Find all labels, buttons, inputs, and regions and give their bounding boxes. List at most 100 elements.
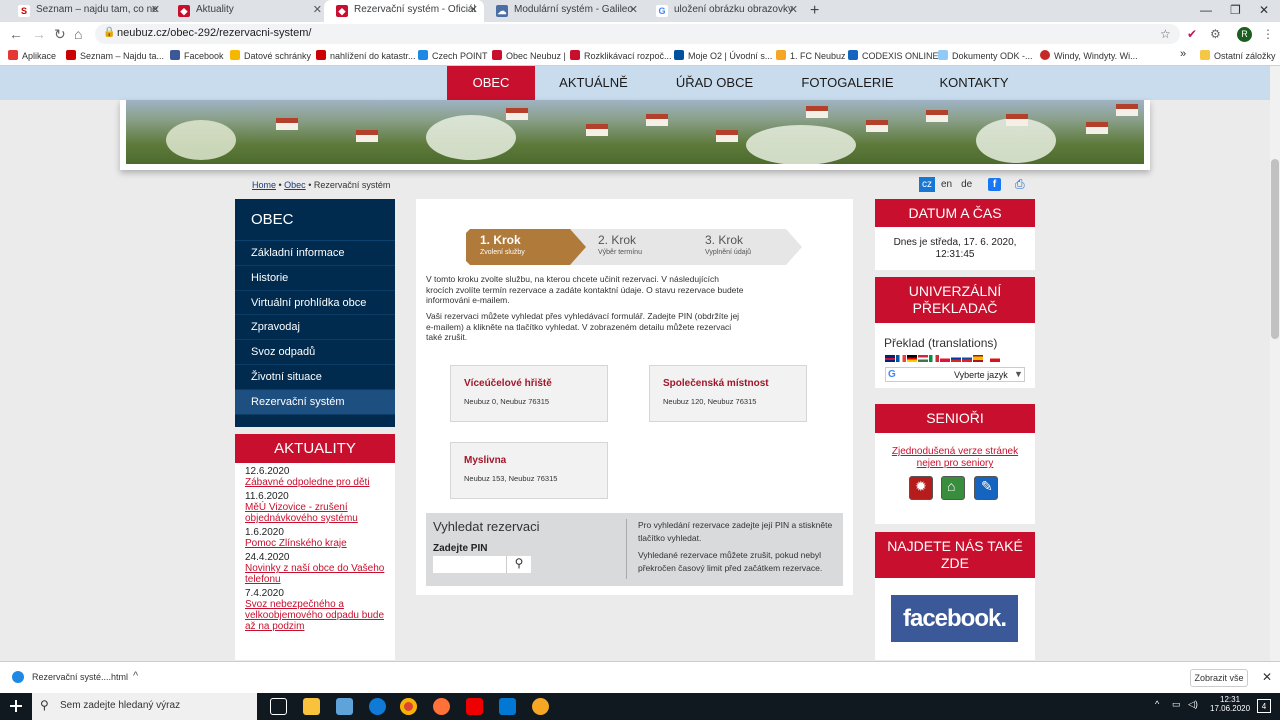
- avatar[interactable]: R: [1237, 27, 1252, 42]
- flag-sk-icon[interactable]: [962, 355, 972, 362]
- volume-icon[interactable]: ◁): [1188, 699, 1198, 710]
- bookmark-item[interactable]: Obec Neubuz |: [492, 50, 566, 61]
- restore-button[interactable]: ❐: [1230, 3, 1241, 17]
- browser-tab[interactable]: ◆ Aktuality ✕: [166, 0, 328, 22]
- flag-fr-icon[interactable]: [896, 355, 906, 362]
- extension-icon[interactable]: ⚙: [1210, 27, 1221, 41]
- menu-item-zakladni-informace[interactable]: Základní informace: [235, 241, 395, 266]
- acrobat-icon[interactable]: [466, 698, 483, 715]
- lang-cz[interactable]: cz: [919, 177, 935, 192]
- back-arrow-icon[interactable]: ←: [9, 26, 23, 42]
- browser-tab[interactable]: S Seznam – najdu tam, co neznám ✕: [6, 0, 166, 22]
- close-icon[interactable]: ✕: [313, 3, 322, 16]
- nav-fotogalerie[interactable]: FOTOGALERIE: [777, 66, 918, 100]
- bookmark-item[interactable]: Seznam – Najdu ta...: [66, 50, 164, 61]
- facebook-icon[interactable]: f: [988, 178, 1001, 191]
- extension-icon[interactable]: ✔: [1187, 27, 1197, 41]
- show-all-button[interactable]: Zobrazit vše: [1190, 669, 1248, 687]
- windows-start-icon[interactable]: [10, 700, 22, 712]
- file-explorer-icon[interactable]: [303, 698, 320, 715]
- news-link[interactable]: Zábavné odpoledne pro děti: [245, 477, 385, 488]
- close-icon[interactable]: ✕: [789, 3, 798, 16]
- menu-item-virtualni-prohlidka[interactable]: Virtuální prohlídka obce: [235, 291, 395, 316]
- menu-item-historie[interactable]: Historie: [235, 266, 395, 291]
- taskbar-search[interactable]: ⚲ Sem zadejte hledaný výraz: [32, 693, 257, 720]
- bookmark-item[interactable]: 1. FC Neubuz: [776, 50, 846, 61]
- news-link[interactable]: Pomoc Zlínského kraje: [245, 538, 385, 549]
- close-icon[interactable]: ✕: [1262, 670, 1272, 684]
- pencil-icon[interactable]: ✎: [974, 476, 998, 500]
- reload-icon[interactable]: ↻: [54, 26, 66, 43]
- clock[interactable]: 12:31 17.06.2020: [1210, 695, 1250, 713]
- bookmark-item[interactable]: Rozklikávací rozpoč...: [570, 50, 672, 61]
- nav-aktualne[interactable]: AKTUÁLNĚ: [535, 66, 652, 100]
- browser-tab[interactable]: G uložení obrázku obrazovky - Hle ✕: [644, 0, 804, 22]
- lang-de[interactable]: de: [958, 177, 975, 192]
- forward-arrow-icon[interactable]: →: [32, 26, 46, 42]
- settings-gear-icon[interactable]: [532, 698, 549, 715]
- window-close-button[interactable]: ✕: [1259, 3, 1269, 17]
- lang-en[interactable]: en: [938, 177, 955, 192]
- bookmark-item[interactable]: Datové schránky: [230, 50, 311, 61]
- bookmark-item[interactable]: Czech POINT: [418, 50, 488, 61]
- search-button[interactable]: ⚲: [506, 556, 531, 573]
- news-link[interactable]: Svoz nebezpečného a velkoobjemového odpa…: [245, 599, 385, 632]
- bookmark-item[interactable]: Moje O2 | Úvodní s...: [674, 50, 772, 61]
- star-icon[interactable]: ☆: [1160, 27, 1171, 41]
- home-icon[interactable]: ⌂: [74, 26, 82, 42]
- url-field[interactable]: 🔒 neubuz.cz/obec-292/rezervacni-system/: [95, 24, 1180, 44]
- breadcrumb-obec[interactable]: Obec: [284, 180, 306, 190]
- notifications-icon[interactable]: 4: [1257, 699, 1271, 713]
- new-tab-button[interactable]: +: [810, 2, 819, 20]
- menu-item-zivotni-situace[interactable]: Životní situace: [235, 365, 395, 390]
- bookmarks-more-button[interactable]: »: [1180, 48, 1186, 60]
- flag-hu-icon[interactable]: [918, 355, 928, 362]
- outlook-icon[interactable]: [499, 698, 516, 715]
- bookmark-item[interactable]: Aplikace: [8, 50, 56, 61]
- close-icon[interactable]: ✕: [151, 3, 160, 16]
- flag-cz-icon[interactable]: [990, 355, 1000, 362]
- menu-dots-icon[interactable]: ⋮: [1262, 27, 1274, 41]
- bookmark-item[interactable]: nahlížení do katastr...: [316, 50, 416, 61]
- bookmark-item[interactable]: CODEXIS ONLINE: [848, 50, 939, 61]
- home-icon[interactable]: ⌂: [941, 476, 965, 500]
- service-card[interactable]: Víceúčelové hřiště Neubuz 0, Neubuz 7631…: [450, 365, 608, 422]
- flag-de-icon[interactable]: [907, 355, 917, 362]
- minimize-button[interactable]: —: [1200, 3, 1212, 17]
- seniors-link[interactable]: Zjednodušená verze stránek nejen pro sen…: [889, 446, 1021, 470]
- edge-icon[interactable]: [369, 698, 386, 715]
- bookmark-item[interactable]: Dokumenty ODK -...: [938, 50, 1033, 61]
- nav-obec[interactable]: OBEC: [447, 66, 535, 100]
- network-icon[interactable]: ▭: [1172, 699, 1181, 710]
- nav-urad-obce[interactable]: ÚŘAD OBCE: [652, 66, 777, 100]
- browser-tab[interactable]: ☁ Modulární systém - Galileo Corp ✕: [484, 0, 644, 22]
- flag-gb-icon[interactable]: [885, 355, 895, 362]
- bookmark-item[interactable]: Windy, Windyty. Wi...: [1040, 50, 1138, 61]
- firefox-icon[interactable]: [433, 698, 450, 715]
- contrast-icon[interactable]: ✹: [909, 476, 933, 500]
- task-view-icon[interactable]: [270, 698, 287, 715]
- flag-it-icon[interactable]: [929, 355, 939, 362]
- nav-kontakty[interactable]: KONTAKTY: [918, 66, 1030, 100]
- chevron-up-icon[interactable]: ^: [133, 670, 138, 682]
- news-link[interactable]: Novinky z naší obce do Vašeho telefonu: [245, 563, 385, 585]
- facebook-banner[interactable]: facebook.: [891, 595, 1018, 642]
- other-bookmarks[interactable]: Ostatní záložky: [1200, 50, 1276, 61]
- service-card[interactable]: Společenská místnost Neubuz 120, Neubuz …: [649, 365, 807, 422]
- close-icon[interactable]: ✕: [629, 3, 638, 16]
- app-icon[interactable]: [336, 698, 353, 715]
- menu-item-svoz-odpadu[interactable]: Svoz odpadů: [235, 340, 395, 365]
- service-card[interactable]: Myslivna Neubuz 153, Neubuz 76315: [450, 442, 608, 499]
- flag-es-icon[interactable]: [973, 355, 983, 362]
- menu-item-zpravodaj[interactable]: Zpravodaj: [235, 315, 395, 341]
- chevron-up-icon[interactable]: ^: [1155, 699, 1159, 709]
- scrollbar-thumb[interactable]: [1271, 159, 1279, 339]
- bookmark-item[interactable]: Facebook: [170, 50, 224, 61]
- flag-pl-icon[interactable]: [940, 355, 950, 362]
- language-select[interactable]: G Vyberte jazyk ▼: [885, 367, 1025, 382]
- menu-item-rezervacni-system[interactable]: Rezervační systém: [235, 389, 395, 415]
- breadcrumb-home[interactable]: Home: [252, 180, 276, 190]
- close-icon[interactable]: ✕: [469, 3, 478, 16]
- flag-ru-icon[interactable]: [951, 355, 961, 362]
- download-file[interactable]: Rezervační systé....html: [32, 672, 128, 682]
